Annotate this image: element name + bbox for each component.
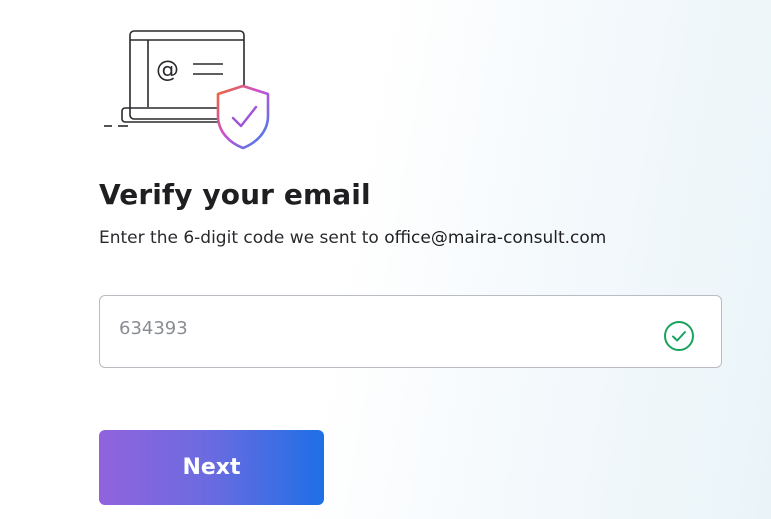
shield-check-icon — [216, 84, 270, 150]
verification-code-input[interactable] — [119, 318, 639, 339]
instructions-text: Enter the 6-digit code we sent to — [99, 228, 385, 248]
page-title: Verify your email — [99, 178, 371, 211]
recipient-email: office@maira-consult.com — [384, 228, 607, 248]
verification-code-field[interactable] — [99, 295, 722, 368]
verification-instructions: Enter the 6-digit code we sent to office… — [99, 228, 606, 248]
check-circle-icon — [664, 321, 694, 351]
at-symbol: @ — [156, 57, 179, 83]
email-verification-illustration: @ — [98, 24, 278, 156]
next-button[interactable]: Next — [99, 430, 324, 505]
